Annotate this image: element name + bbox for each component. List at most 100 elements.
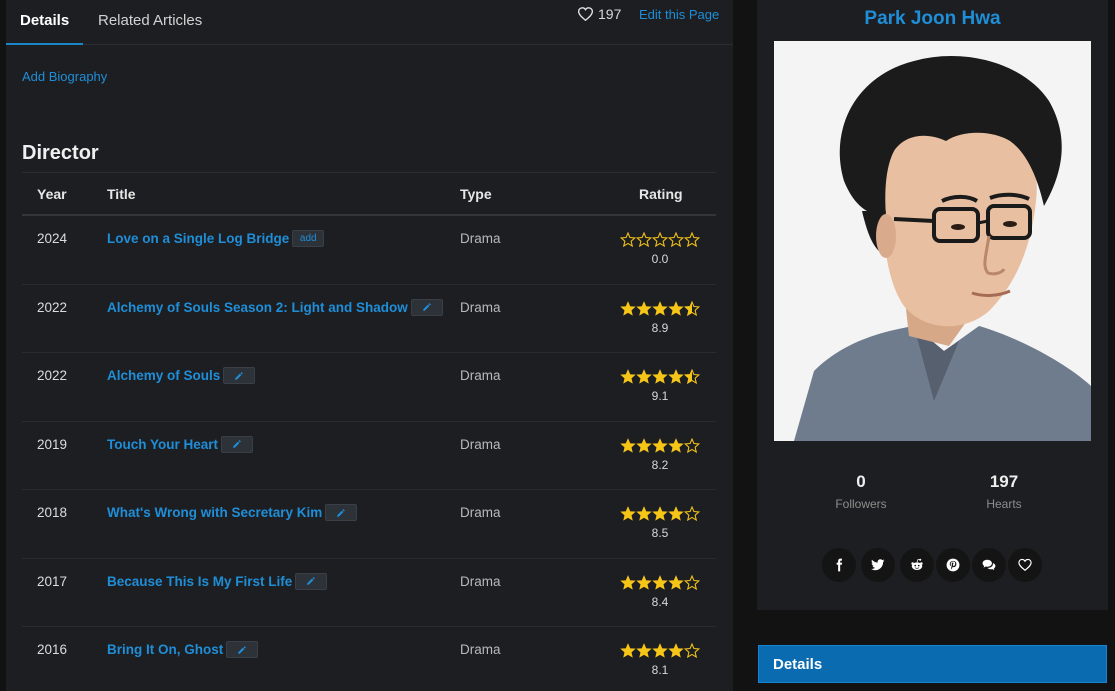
pencil-icon (307, 577, 316, 585)
star-full-icon (668, 643, 684, 658)
followers-stat: 0 Followers (801, 472, 921, 511)
column-header-title: Title (107, 186, 136, 202)
comments-button[interactable] (972, 548, 1006, 582)
edit-entry-button[interactable] (223, 367, 256, 384)
comments-icon (982, 559, 996, 571)
row-type: Drama (460, 368, 501, 383)
column-header-year: Year (37, 186, 67, 202)
rating-stars (617, 437, 703, 454)
row-rating: 8.1 (617, 643, 703, 677)
favorite-button[interactable] (1008, 548, 1042, 582)
row-year: 2019 (37, 436, 68, 452)
star-empty-icon (684, 506, 700, 522)
edit-entry-button[interactable] (295, 572, 328, 590)
column-header-type: Type (460, 186, 492, 202)
edit-entry-button[interactable] (226, 641, 259, 658)
edit-entry-button[interactable] (325, 504, 358, 521)
heart-outline-icon (578, 7, 593, 21)
tab-bar: Details Related Articles 197 Edit this P… (6, 0, 733, 45)
row-rating: 8.4 (617, 574, 703, 609)
pencil-icon (337, 508, 345, 517)
pencil-icon (233, 440, 241, 448)
star-full-icon (620, 369, 636, 384)
table-row: 2024 Love on a Single Log Bridge add Dra… (22, 216, 716, 285)
star-full-icon (652, 643, 668, 658)
star-full-icon (620, 643, 636, 658)
row-year: 2018 (37, 505, 68, 520)
director-table: Year Title Type Rating 2024 Love on a Si… (22, 172, 716, 691)
profile-photo[interactable] (774, 41, 1091, 441)
drama-title-link[interactable]: Touch Your Heart (107, 437, 218, 452)
tab-related-articles[interactable]: Related Articles (98, 12, 202, 29)
star-empty-icon (684, 232, 700, 248)
edit-entry-button[interactable] (410, 298, 443, 316)
tab-details[interactable]: Details (20, 12, 69, 29)
edit-entry-button[interactable] (221, 435, 254, 453)
share-pinterest-button[interactable] (936, 548, 970, 582)
row-type: Drama (460, 299, 501, 315)
rating-score: 8.5 (651, 526, 669, 540)
row-title-cell: What's Wrong with Secretary Kim (107, 504, 358, 521)
star-empty-icon (620, 232, 636, 248)
star-full-icon (620, 574, 636, 590)
followers-count: 0 (856, 472, 866, 491)
table-row: 2022 Alchemy of Souls Drama 9.1 (22, 353, 716, 422)
table-row: 2022 Alchemy of Souls Season 2: Light an… (22, 285, 716, 353)
row-title-cell: Alchemy of Souls Season 2: Light and Sha… (107, 298, 443, 316)
pencil-icon (238, 645, 246, 654)
star-full-icon (652, 437, 668, 453)
row-title-cell: Alchemy of Souls (107, 367, 256, 384)
row-rating: 8.9 (617, 300, 703, 335)
table-row: 2017 Because This Is My First Life Drama… (22, 559, 716, 627)
details-section-header[interactable]: Details (758, 645, 1107, 683)
rating-score: 8.9 (651, 320, 669, 335)
hearts-count: 197 (989, 472, 1019, 491)
heart-icon (1018, 558, 1032, 571)
star-empty-icon (684, 437, 700, 453)
drama-title-link[interactable]: Love on a Single Log Bridge (107, 231, 289, 246)
star-full-icon (668, 506, 684, 521)
drama-title-link[interactable]: What's Wrong with Secretary Kim (107, 505, 322, 520)
section-title-director: Director (22, 142, 99, 164)
profile-photo-image (774, 41, 1091, 441)
row-title-cell: Touch Your Heart (107, 435, 254, 453)
drama-title-link[interactable]: Because This Is My First Life (107, 574, 292, 589)
star-full-icon (668, 574, 684, 590)
star-full-icon (636, 369, 652, 384)
rating-score: 0.0 (651, 252, 669, 266)
star-full-icon (620, 506, 636, 521)
star-full-icon (636, 300, 652, 316)
row-title-cell: Love on a Single Log Bridge add (107, 230, 325, 247)
star-full-icon (652, 300, 668, 316)
facebook-icon (836, 558, 843, 572)
add-rating-button[interactable]: add (292, 230, 325, 247)
table-body: 2024 Love on a Single Log Bridge add Dra… (22, 216, 716, 691)
share-facebook-button[interactable] (822, 548, 856, 582)
edit-page-link[interactable]: Edit this Page (639, 7, 719, 22)
star-empty-icon (684, 643, 700, 659)
star-empty-icon (636, 232, 652, 248)
pencil-icon (235, 371, 244, 380)
drama-title-link[interactable]: Alchemy of Souls Season 2: Light and Sha… (107, 300, 408, 315)
drama-title-link[interactable]: Alchemy of Souls (107, 368, 220, 383)
star-full-icon (636, 437, 652, 453)
drama-title-link[interactable]: Bring It On, Ghost (107, 642, 223, 657)
row-type: Drama (460, 642, 501, 657)
share-reddit-button[interactable] (900, 548, 934, 582)
table-row: 2019 Touch Your Heart Drama 8.2 (22, 422, 716, 490)
person-name: Park Joon Hwa (864, 8, 1001, 29)
star-half-icon (684, 369, 700, 385)
row-year: 2022 (37, 368, 68, 383)
hearts-stat: 197 Hearts (944, 472, 1064, 511)
row-rating: 8.2 (617, 437, 703, 472)
row-year: 2022 (37, 299, 68, 315)
hearts-label: Hearts (986, 497, 1022, 511)
row-rating: 9.1 (617, 369, 703, 403)
row-rating: 0.0 (617, 232, 703, 266)
rating-stars (617, 643, 703, 659)
table-row: 2016 Bring It On, Ghost Drama 8.1 (22, 627, 716, 691)
share-twitter-button[interactable] (861, 548, 895, 582)
pinterest-icon (946, 558, 960, 572)
add-biography-link[interactable]: Add Biography (22, 69, 107, 84)
page-hearts-button[interactable]: 197 (578, 6, 621, 22)
